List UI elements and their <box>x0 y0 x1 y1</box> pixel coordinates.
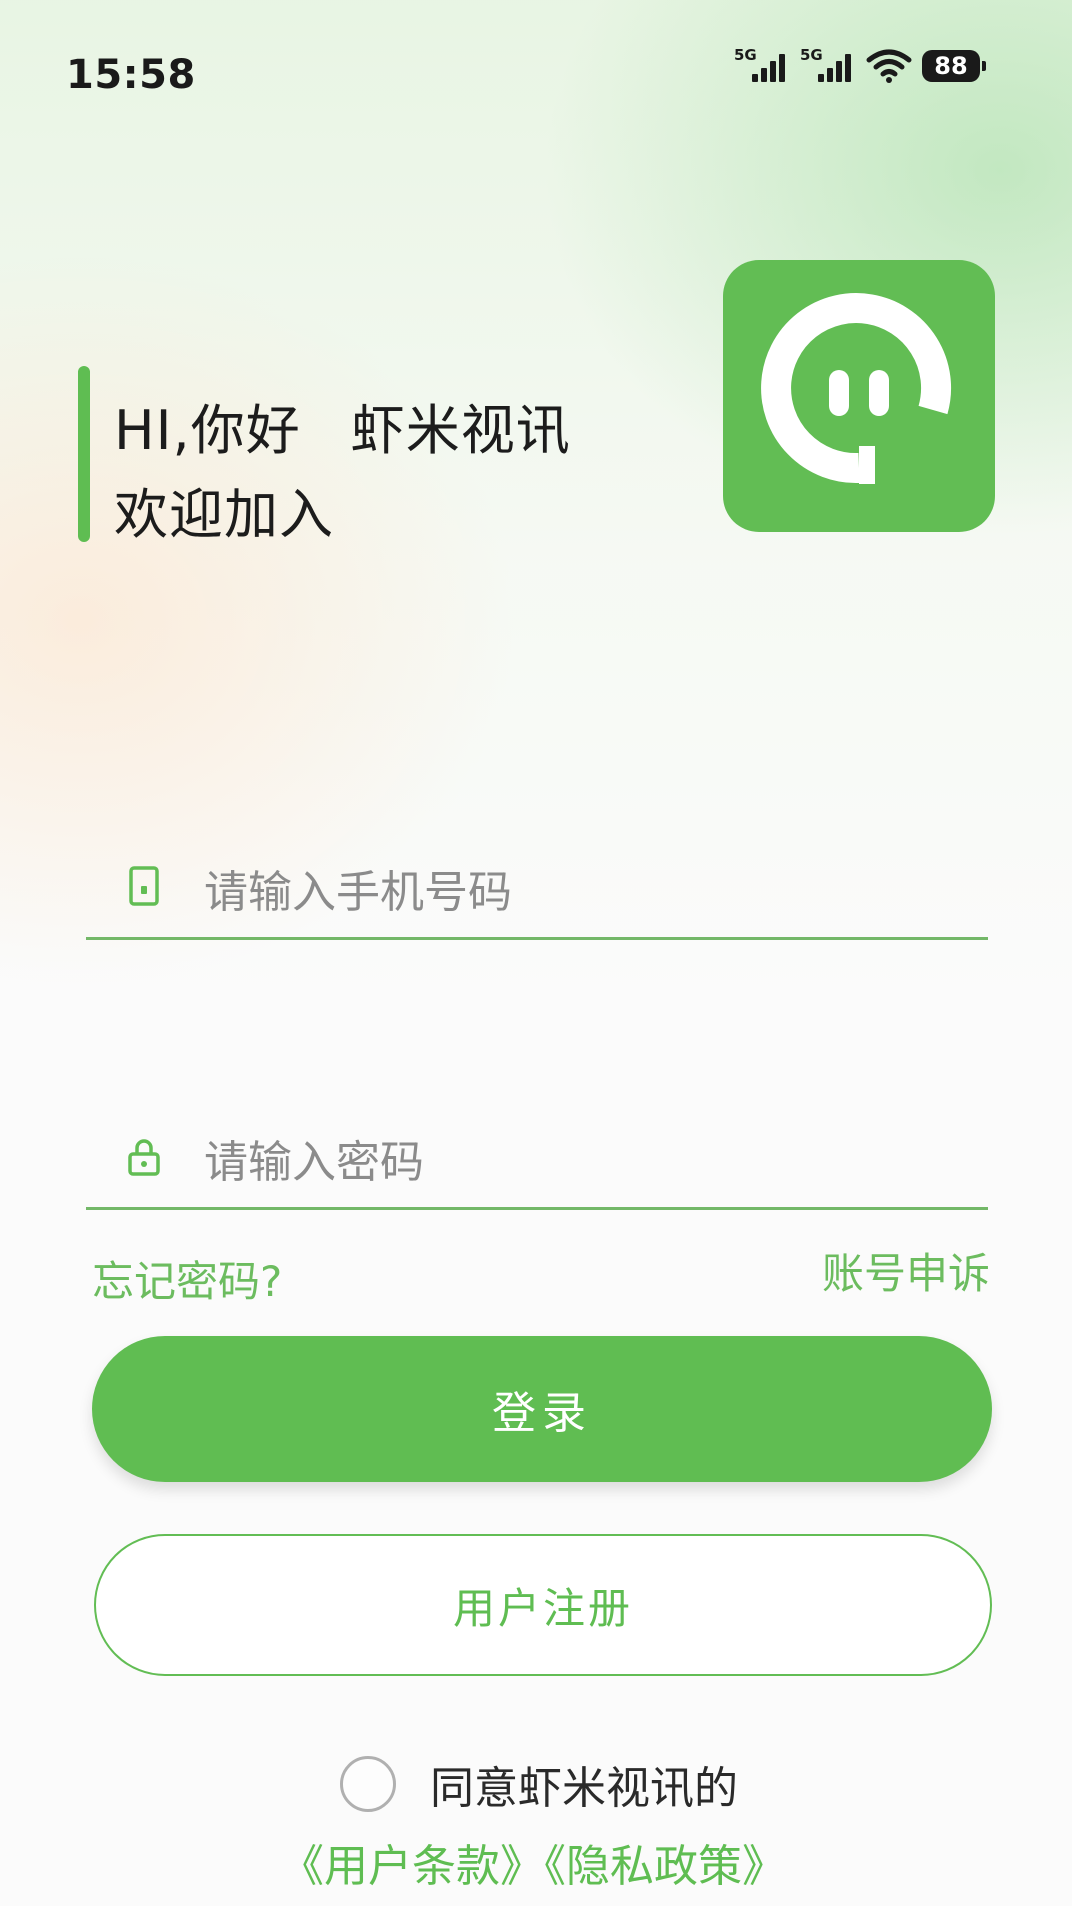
greeting-hi: HI,你好 <box>114 399 301 462</box>
chat-bubble-logo-icon <box>761 293 952 484</box>
account-appeal-link[interactable]: 账号申诉 <box>822 1240 990 1301</box>
login-screen: 15:58 5G 5G 88 HI,你好 虾米视讯 欢迎加入 请输入手机号码 请… <box>0 0 1072 1906</box>
greeting-title: HI,你好 虾米视讯 <box>114 386 571 465</box>
phone-input-placeholder[interactable]: 请输入手机号码 <box>204 856 512 920</box>
password-input-placeholder[interactable]: 请输入密码 <box>204 1126 424 1190</box>
phone-icon <box>126 866 162 906</box>
policy-links[interactable]: 《用户条款》《隐私政策》 <box>280 1830 786 1894</box>
password-field-underline <box>86 1207 988 1210</box>
phone-field[interactable]: 请输入手机号码 <box>86 830 988 940</box>
forgot-password-link[interactable]: 忘记密码? <box>92 1248 282 1309</box>
greeting-app-name: 虾米视讯 <box>350 399 571 462</box>
greeting-accent-bar <box>78 366 90 542</box>
signal-5g-icon: 5G <box>734 46 790 86</box>
wifi-icon <box>866 49 912 83</box>
agree-text: 同意虾米视讯的 <box>430 1763 738 1814</box>
lock-icon <box>126 1136 162 1176</box>
phone-field-underline <box>86 937 988 940</box>
register-button[interactable]: 用户注册 <box>94 1534 992 1676</box>
password-field[interactable]: 请输入密码 <box>86 1100 988 1210</box>
battery-icon: 88 <box>922 50 986 82</box>
login-button[interactable]: 登录 <box>92 1336 992 1482</box>
status-time: 15:58 <box>66 52 196 98</box>
agree-radio[interactable] <box>340 1756 396 1812</box>
signal-5g-icon: 5G <box>800 46 856 86</box>
status-icons: 5G 5G 88 <box>734 46 986 86</box>
agreement-row: 同意虾米视讯的 <box>340 1752 738 1816</box>
app-logo <box>723 260 995 532</box>
greeting-welcome: 欢迎加入 <box>114 483 334 546</box>
